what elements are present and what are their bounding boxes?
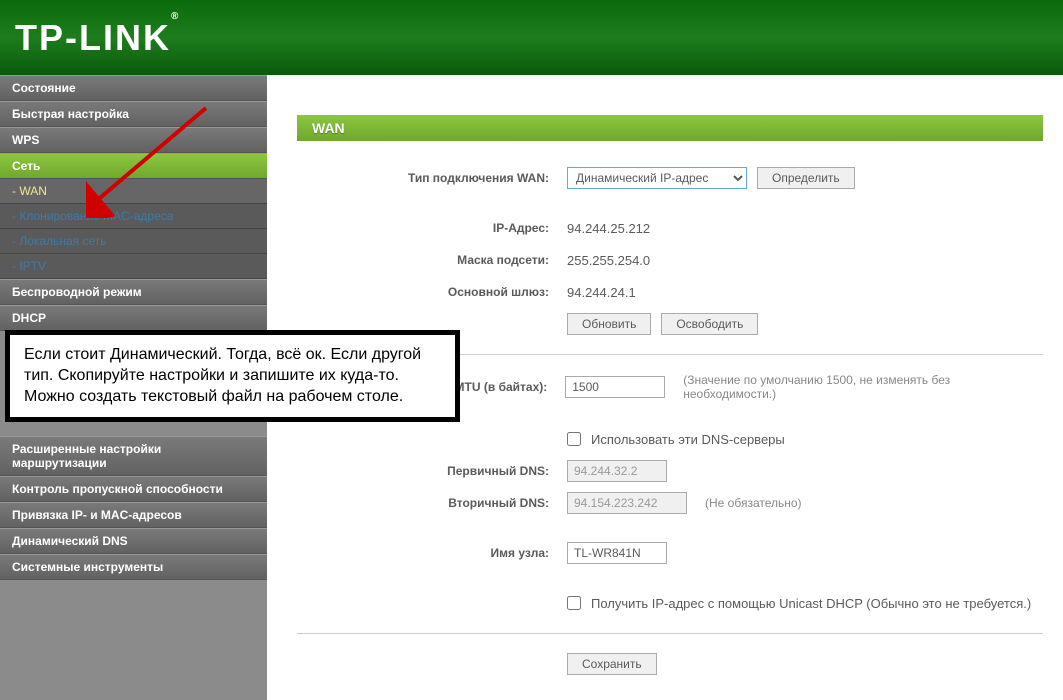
label-hostname: Имя узла: bbox=[297, 546, 567, 560]
refresh-button[interactable]: Обновить bbox=[567, 313, 651, 335]
detect-button[interactable]: Определить bbox=[757, 167, 855, 189]
sidebar-sub-iptv[interactable]: - IPTV bbox=[0, 254, 267, 279]
header: TP-LINK® bbox=[0, 0, 1063, 75]
sidebar-sub-macclone[interactable]: - Клонирование MAC-адреса bbox=[0, 204, 267, 229]
value-gateway: 94.244.24.1 bbox=[567, 285, 636, 300]
sidebar-item-ipmac[interactable]: Привязка IP- и MAC-адресов bbox=[0, 502, 267, 528]
sidebar-item-wps[interactable]: WPS bbox=[0, 127, 267, 153]
label-gateway: Основной шлюз: bbox=[297, 285, 567, 299]
value-ip: 94.244.25.212 bbox=[567, 221, 650, 236]
conntype-select[interactable]: Динамический IP-адрес bbox=[567, 167, 747, 189]
dns2-input bbox=[567, 492, 687, 514]
sidebar-item-routing[interactable]: Расширенные настройки маршрутизации bbox=[0, 436, 267, 476]
unicast-label: Получить IP-адрес с помощью Unicast DHCP… bbox=[591, 596, 1031, 611]
sidebar-item-quicksetup[interactable]: Быстрая настройка bbox=[0, 101, 267, 127]
dns1-input bbox=[567, 460, 667, 482]
divider-2 bbox=[297, 633, 1043, 634]
sidebar-item-bandwidth[interactable]: Контроль пропускной способности bbox=[0, 476, 267, 502]
mtu-hint: (Значение по умолчанию 1500, не изменять… bbox=[683, 373, 1043, 401]
sidebar-sub-wan[interactable]: - WAN bbox=[0, 179, 267, 204]
annotation-overlay: Если стоит Динамический. Тогда, всё ок. … bbox=[5, 330, 460, 422]
logo: TP-LINK® bbox=[15, 17, 180, 59]
release-button[interactable]: Освободить bbox=[661, 313, 758, 335]
value-mask: 255.255.254.0 bbox=[567, 253, 650, 268]
save-button[interactable]: Сохранить bbox=[567, 653, 657, 675]
label-dns2: Вторичный DNS: bbox=[297, 496, 567, 510]
label-conntype: Тип подключения WAN: bbox=[297, 171, 567, 185]
sidebar-item-wireless[interactable]: Беспроводной режим bbox=[0, 279, 267, 305]
page-title: WAN bbox=[297, 115, 1043, 141]
sidebar-item-dhcp[interactable]: DHCP bbox=[0, 305, 267, 331]
hostname-input[interactable] bbox=[567, 542, 667, 564]
sidebar-item-systools[interactable]: Системные инструменты bbox=[0, 554, 267, 580]
unicast-checkbox[interactable] bbox=[567, 596, 581, 610]
sidebar-item-status[interactable]: Состояние bbox=[0, 75, 267, 101]
label-mask: Маска подсети: bbox=[297, 253, 567, 267]
sidebar-item-network[interactable]: Сеть bbox=[0, 153, 267, 179]
mtu-input[interactable] bbox=[565, 376, 665, 398]
use-dns-label: Использовать эти DNS-серверы bbox=[591, 432, 785, 447]
use-dns-checkbox[interactable] bbox=[567, 432, 581, 446]
label-dns1: Первичный DNS: bbox=[297, 464, 567, 478]
dns2-hint: (Не обязательно) bbox=[705, 496, 802, 510]
label-ip: IP-Адрес: bbox=[297, 221, 567, 235]
sidebar-item-ddns[interactable]: Динамический DNS bbox=[0, 528, 267, 554]
sidebar-sub-lan[interactable]: - Локальная сеть bbox=[0, 229, 267, 254]
